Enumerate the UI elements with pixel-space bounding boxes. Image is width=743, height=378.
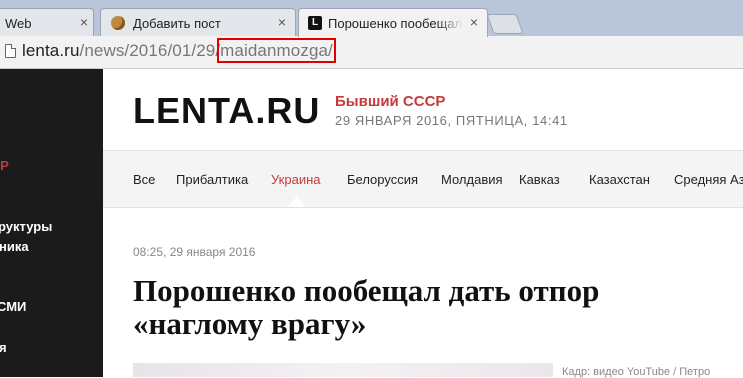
url-path: /news/2016/01/29 xyxy=(79,41,216,60)
url-highlight-box: maidanmozga/ xyxy=(217,38,336,63)
site-logo[interactable]: LENTA.RU xyxy=(133,90,320,132)
browser-tab-bar: Web × Добавить пост × L Порошенко пообещ… xyxy=(0,0,743,37)
page-icon xyxy=(5,44,16,58)
tab-title: Порошенко пообещал д xyxy=(328,16,463,31)
close-icon[interactable]: × xyxy=(467,15,481,29)
article-image xyxy=(133,363,553,377)
article: 08:25, 29 января 2016 Порошенко пообещал… xyxy=(103,208,743,378)
article-title: Порошенко пообещал дать отпор «наглому в… xyxy=(133,273,600,341)
sidebar-menu: ЗР руктуры ника СМИ я xyxy=(0,69,103,377)
article-timestamp: 08:25, 29 января 2016 xyxy=(133,245,256,259)
lenta-favicon-icon: L xyxy=(308,16,322,30)
browser-tab-web[interactable]: Web × xyxy=(0,8,94,36)
sidebar-item[interactable]: руктуры xyxy=(0,219,52,234)
nav-item-ukraine[interactable]: Украина xyxy=(271,172,321,187)
url-text[interactable]: lenta.ru/news/2016/01/29/maidanmozga/ xyxy=(22,38,336,63)
site-header: LENTA.RU Бывший СССР 29 ЯНВАРЯ 2016, ПЯТ… xyxy=(103,69,743,149)
url-host: lenta.ru xyxy=(22,41,80,60)
nav-item-baltics[interactable]: Прибалтика xyxy=(176,172,248,187)
address-bar[interactable]: lenta.ru/news/2016/01/29/maidanmozga/ xyxy=(0,36,743,69)
current-date: 29 ЯНВАРЯ 2016, ПЯТНИЦА, 14:41 xyxy=(335,113,568,128)
image-credit: Кадр: видео YouTube / Петро xyxy=(562,366,711,378)
browser-tab-add-post[interactable]: Добавить пост × xyxy=(100,8,296,36)
close-icon[interactable]: × xyxy=(275,15,289,29)
sidebar-item[interactable]: ника xyxy=(0,239,29,254)
tab-title: Добавить пост xyxy=(133,16,221,31)
sidebar-item[interactable]: СМИ xyxy=(0,299,26,314)
nav-item-caucasus[interactable]: Кавказ xyxy=(519,172,560,187)
sidebar-item[interactable]: ЗР xyxy=(0,158,9,173)
new-tab-button[interactable] xyxy=(486,14,524,34)
section-nav: Все Прибалтика Украина Белоруссия Молдав… xyxy=(103,150,743,208)
close-icon[interactable]: × xyxy=(77,15,91,29)
section-title[interactable]: Бывший СССР xyxy=(335,93,445,110)
cookie-favicon-icon xyxy=(111,16,125,30)
sidebar-item[interactable]: я xyxy=(0,340,7,355)
tab-title: Web xyxy=(5,16,32,31)
active-caret-icon xyxy=(288,196,306,207)
nav-item-kazakhstan[interactable]: Казахстан xyxy=(589,172,650,187)
browser-tab-lenta[interactable]: L Порошенко пообещал д × xyxy=(298,8,488,37)
nav-item-belarus[interactable]: Белоруссия xyxy=(347,172,418,187)
nav-item-all[interactable]: Все xyxy=(133,172,155,187)
nav-item-moldova[interactable]: Молдавия xyxy=(441,172,503,187)
nav-item-central-asia[interactable]: Средняя Аз xyxy=(674,172,743,187)
